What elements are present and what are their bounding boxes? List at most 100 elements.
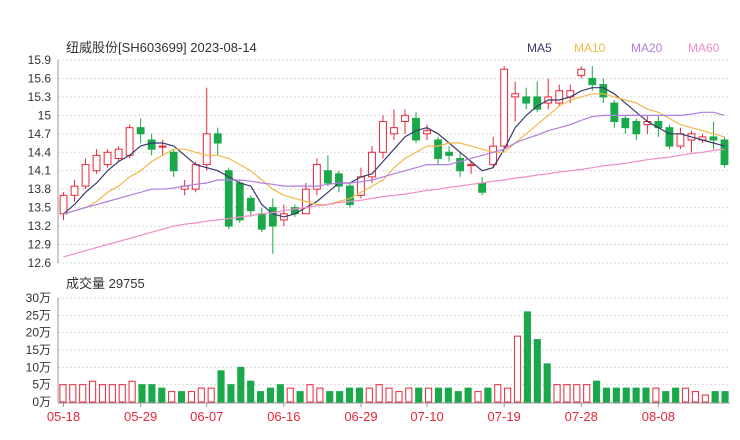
candle-body bbox=[125, 127, 134, 156]
candle-body bbox=[709, 136, 718, 141]
candlestick bbox=[312, 158, 321, 196]
date-tick-label: 05-18 bbox=[47, 409, 80, 424]
volume-bar bbox=[504, 387, 512, 403]
candle-body bbox=[412, 117, 420, 141]
volume-bar bbox=[237, 366, 245, 403]
volume-bar bbox=[177, 391, 186, 403]
candlestick bbox=[445, 146, 453, 162]
price-tick-label: 15.3 bbox=[28, 90, 52, 104]
price-tick-label: 13.5 bbox=[28, 201, 52, 215]
candlestick bbox=[588, 66, 597, 91]
candlestick bbox=[169, 149, 178, 177]
price-axis: 15.9 15.6 15.3 15 14.7 14.4 14.1 13.8 13.5 13.2 12… bbox=[28, 53, 59, 270]
volume-bar bbox=[217, 370, 225, 403]
volume-tick-label: 30万 bbox=[26, 291, 51, 305]
price-tick-label: 12.6 bbox=[28, 256, 52, 270]
candlestick bbox=[511, 81, 520, 122]
volume-bars bbox=[59, 311, 729, 403]
candlestick bbox=[676, 127, 685, 150]
date-axis: 05-18 05-29 06-07 06-16 06-29 07-10 07-19 07-28… bbox=[47, 402, 730, 424]
volume-bar bbox=[118, 384, 126, 403]
price-tick-label: 13.2 bbox=[28, 219, 52, 233]
candlestick bbox=[323, 155, 332, 187]
candle-body bbox=[577, 68, 586, 76]
volume-bar bbox=[247, 380, 255, 403]
candlestick bbox=[180, 179, 189, 196]
volume-bar bbox=[168, 391, 176, 403]
volume-bar bbox=[484, 387, 492, 403]
volume-bar bbox=[622, 387, 630, 403]
candle-body bbox=[467, 164, 476, 167]
candle-body bbox=[70, 185, 79, 196]
volume-bar bbox=[494, 384, 502, 403]
price-tick-label: 12.9 bbox=[28, 238, 52, 252]
volume-bar bbox=[148, 384, 156, 403]
legend-ma60: MA60 bbox=[688, 41, 720, 55]
candlestick bbox=[202, 87, 211, 171]
candlestick bbox=[92, 149, 101, 174]
price-tick-label: 14.7 bbox=[28, 127, 52, 141]
ma60-line bbox=[63, 148, 725, 258]
volume-bar bbox=[405, 387, 413, 403]
volume-bar bbox=[415, 387, 423, 403]
candle-body bbox=[555, 90, 564, 104]
volume-bar bbox=[612, 387, 620, 403]
candlestick bbox=[268, 198, 277, 254]
candle-body bbox=[720, 139, 729, 166]
volume-bar bbox=[583, 384, 591, 403]
volume-bar bbox=[316, 387, 324, 403]
volume-bar bbox=[385, 387, 393, 403]
volume-bar bbox=[257, 391, 265, 403]
candle-body bbox=[610, 102, 619, 123]
candle-body bbox=[423, 130, 431, 135]
legend-ma5: MA5 bbox=[527, 41, 552, 55]
volume-bar bbox=[266, 387, 275, 403]
candle-body bbox=[676, 133, 685, 147]
volume-axis: 30万 25万 20万 15万 10万 5万 0万 bbox=[26, 291, 59, 409]
candlestick bbox=[599, 78, 608, 104]
volume-bar bbox=[306, 384, 314, 403]
date-tick-label: 06-07 bbox=[190, 409, 223, 424]
volume-bar bbox=[89, 380, 97, 403]
candlestick bbox=[81, 158, 90, 190]
candlestick bbox=[70, 179, 79, 202]
candlestick bbox=[720, 136, 729, 168]
candlestick bbox=[158, 139, 167, 156]
price-grid bbox=[58, 59, 730, 264]
volume-bar bbox=[207, 387, 215, 403]
volume-tick-label: 15万 bbox=[26, 343, 51, 357]
candle-body bbox=[103, 151, 112, 166]
candle-body bbox=[500, 68, 509, 147]
chart-canvas: 纽威股份[SH603699] 2023-08-14 MA5 MA10 MA20 … bbox=[26, 40, 730, 424]
candlestick bbox=[114, 146, 123, 162]
volume-bar bbox=[711, 391, 719, 403]
stock-chart: 纽威股份[SH603699] 2023-08-14 MA5 MA10 MA20 … bbox=[0, 0, 740, 440]
candle-body bbox=[511, 93, 520, 98]
candle-body bbox=[323, 170, 332, 184]
volume-bar bbox=[197, 387, 205, 403]
volume-bar bbox=[563, 384, 571, 403]
volume-bar bbox=[355, 387, 363, 403]
candlestick bbox=[687, 130, 696, 153]
candle-body bbox=[621, 117, 630, 129]
volume-bar bbox=[681, 387, 690, 403]
date-tick-label: 07-19 bbox=[488, 409, 521, 424]
volume-bar bbox=[138, 384, 146, 403]
candle-body bbox=[401, 114, 409, 123]
candle-body bbox=[114, 148, 123, 159]
candlestick bbox=[643, 115, 652, 134]
date-tick-label: 08-08 bbox=[642, 409, 675, 424]
volume-bar bbox=[434, 387, 443, 403]
candlestick bbox=[390, 109, 398, 140]
candlestick bbox=[522, 87, 531, 110]
volume-bar bbox=[395, 391, 403, 403]
candlestick bbox=[136, 118, 145, 144]
candle-body bbox=[632, 121, 641, 135]
volume-bar bbox=[533, 339, 541, 403]
volume-bar bbox=[158, 387, 166, 403]
volume-bar bbox=[464, 387, 472, 403]
volume-bar bbox=[336, 391, 344, 403]
legend-ma20: MA20 bbox=[631, 41, 663, 55]
volume-bar bbox=[296, 391, 304, 403]
volume-tick-label: 5万 bbox=[32, 378, 51, 392]
